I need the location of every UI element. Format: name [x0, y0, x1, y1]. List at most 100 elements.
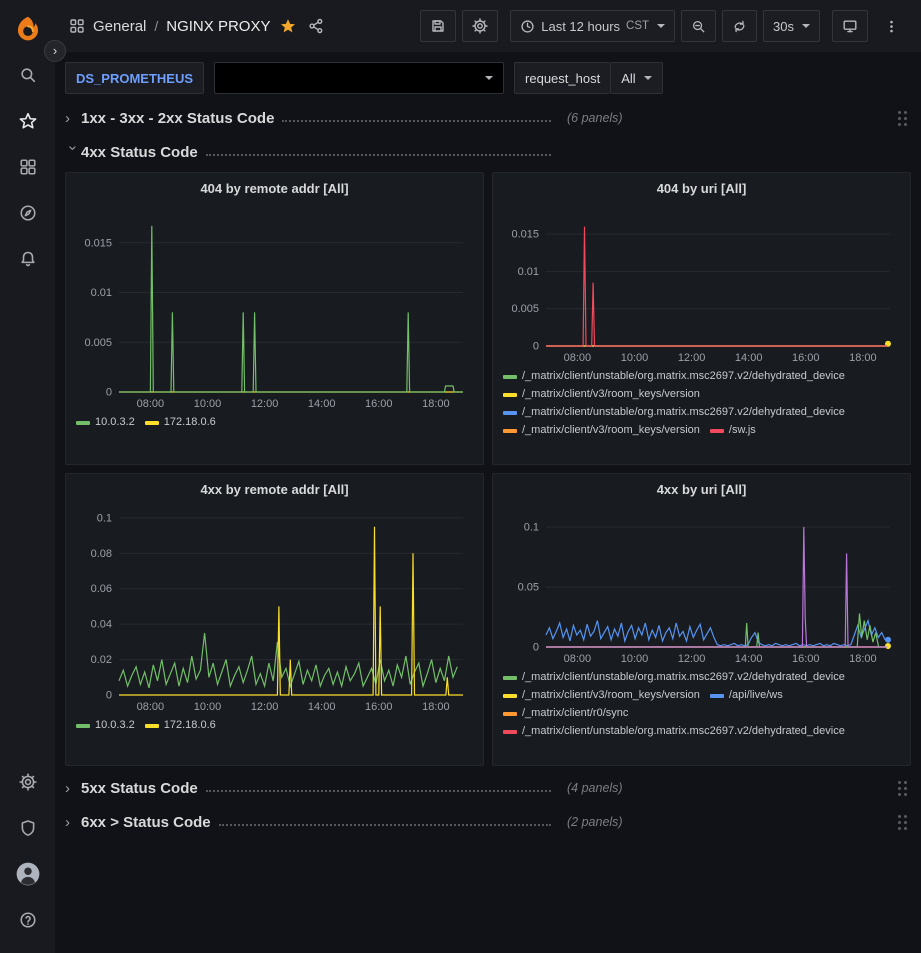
- kebab-menu-icon: [884, 19, 899, 34]
- legend-series-label: /_matrix/client/v3/room_keys/version: [522, 386, 700, 403]
- sidebar-item-alerting[interactable]: [0, 236, 55, 282]
- time-series-chart[interactable]: 00.020.040.060.080.108:0010:0012:0014:00…: [77, 501, 473, 715]
- sidebar-item-configuration[interactable]: [0, 759, 55, 805]
- svg-text:18:00: 18:00: [849, 352, 877, 364]
- row-drag-handle[interactable]: [898, 111, 907, 126]
- legend-item[interactable]: /_matrix/client/v3/room_keys/version: [503, 386, 700, 403]
- legend-series-label: /_matrix/client/v3/room_keys/version: [522, 422, 700, 439]
- dashboard-row-4xx[interactable]: › 4xx Status Code: [65, 138, 911, 166]
- breadcrumb-root[interactable]: General: [93, 18, 146, 35]
- legend-series-swatch: [710, 694, 724, 698]
- zoom-out-button[interactable]: [681, 10, 716, 42]
- user-avatar: [15, 861, 41, 887]
- legend-series-label: /_matrix/client/r0/sync: [522, 705, 628, 722]
- svg-text:16:00: 16:00: [792, 653, 820, 665]
- time-series-chart[interactable]: 00.0050.010.01508:0010:0012:0014:0016:00…: [504, 200, 900, 366]
- sidebar: ›: [0, 0, 55, 953]
- dashboard-row-1xx[interactable]: › 1xx - 3xx - 2xx Status Code (6 panels): [65, 104, 911, 132]
- svg-text:0.01: 0.01: [90, 287, 111, 299]
- sidebar-item-help[interactable]: [0, 897, 55, 943]
- row-panel-count: (4 panels): [567, 781, 623, 795]
- panel-title[interactable]: 4xx by remote addr [All]: [74, 478, 475, 499]
- legend-item[interactable]: 10.0.3.2: [76, 414, 135, 431]
- svg-text:0.08: 0.08: [90, 548, 111, 560]
- svg-text:14:00: 14:00: [307, 398, 335, 410]
- legend-item[interactable]: 172.18.0.6: [145, 414, 216, 431]
- gear-icon: [472, 18, 488, 34]
- sidebar-item-profile[interactable]: [0, 851, 55, 897]
- legend-series-label: /_matrix/client/v3/room_keys/version: [522, 687, 700, 704]
- refresh-interval-picker[interactable]: 30s: [763, 10, 820, 42]
- save-icon: [430, 18, 446, 34]
- timezone-label: CST: [626, 20, 649, 32]
- row-panel-count: (2 panels): [567, 815, 623, 829]
- row-drag-handle[interactable]: [898, 815, 907, 830]
- time-range-picker[interactable]: Last 12 hours CST: [510, 10, 675, 42]
- dashboard-content: DS_PROMETHEUS request_host All › 1xx - 3…: [55, 52, 921, 953]
- legend-item[interactable]: /_matrix/client/unstable/org.matrix.msc2…: [503, 669, 845, 686]
- row-panel-count: (6 panels): [567, 111, 623, 125]
- datasource-label: DS_PROMETHEUS: [65, 62, 204, 94]
- legend-item[interactable]: 172.18.0.6: [145, 717, 216, 734]
- tv-mode-button[interactable]: [832, 10, 868, 42]
- star-icon: [19, 112, 37, 130]
- legend-item[interactable]: /_matrix/client/v3/room_keys/version: [503, 687, 700, 704]
- svg-text:18:00: 18:00: [422, 701, 450, 713]
- legend-series-swatch: [76, 421, 90, 425]
- svg-text:0.05: 0.05: [517, 582, 538, 594]
- svg-text:08:00: 08:00: [136, 701, 164, 713]
- refresh-button[interactable]: [722, 10, 757, 42]
- svg-text:16:00: 16:00: [365, 398, 393, 410]
- chevron-right-icon: ›: [65, 814, 81, 831]
- panel-title[interactable]: 404 by uri [All]: [501, 177, 902, 198]
- datasource-select[interactable]: [214, 62, 504, 94]
- svg-text:0.005: 0.005: [84, 337, 112, 349]
- legend-series-swatch: [503, 411, 517, 415]
- caret-down-icon: [657, 24, 665, 28]
- share-icon[interactable]: [308, 18, 324, 34]
- sidebar-item-starred[interactable]: [0, 98, 55, 144]
- more-options-button[interactable]: [874, 10, 909, 42]
- panel-title[interactable]: 404 by remote addr [All]: [74, 177, 475, 198]
- svg-text:0.01: 0.01: [517, 266, 538, 278]
- dashboard-settings-button[interactable]: [462, 10, 498, 42]
- svg-text:14:00: 14:00: [734, 352, 762, 364]
- row-drag-handle[interactable]: [898, 781, 907, 796]
- search-icon: [19, 66, 37, 84]
- request-host-select[interactable]: All: [610, 62, 662, 94]
- favorite-star-icon[interactable]: [280, 18, 296, 34]
- legend-item[interactable]: 10.0.3.2: [76, 717, 135, 734]
- svg-text:10:00: 10:00: [193, 398, 221, 410]
- dashboard-row-6xx[interactable]: › 6xx > Status Code (2 panels): [65, 808, 911, 836]
- app-root: ›: [0, 0, 921, 953]
- legend-series-label: /sw.js: [729, 422, 756, 439]
- row-dotted-leader: [206, 154, 551, 156]
- breadcrumb-title[interactable]: NGINX PROXY: [166, 18, 270, 35]
- legend-item[interactable]: /_matrix/client/v3/room_keys/version: [503, 422, 700, 439]
- chevron-down-icon: ›: [65, 145, 82, 161]
- time-series-chart[interactable]: 00.050.108:0010:0012:0014:0016:0018:00: [504, 501, 900, 667]
- legend-item[interactable]: /sw.js: [710, 422, 756, 439]
- help-icon: [19, 911, 37, 929]
- panel-title[interactable]: 4xx by uri [All]: [501, 478, 902, 499]
- legend-item[interactable]: /_matrix/client/unstable/org.matrix.msc2…: [503, 368, 845, 385]
- sidebar-item-explore[interactable]: [0, 190, 55, 236]
- legend-item[interactable]: /_matrix/client/unstable/org.matrix.msc2…: [503, 723, 845, 740]
- time-series-chart[interactable]: 00.0050.010.01508:0010:0012:0014:0016:00…: [77, 200, 473, 412]
- top-navbar: General / NGINX PROXY: [55, 0, 921, 52]
- svg-text:0.06: 0.06: [90, 583, 111, 595]
- sidebar-item-dashboards[interactable]: [0, 144, 55, 190]
- legend-series-swatch: [145, 724, 159, 728]
- legend-item[interactable]: /_matrix/client/unstable/org.matrix.msc2…: [503, 404, 845, 421]
- dashboard-row-5xx[interactable]: › 5xx Status Code (4 panels): [65, 774, 911, 802]
- svg-text:16:00: 16:00: [792, 352, 820, 364]
- sidebar-item-server-admin[interactable]: [0, 805, 55, 851]
- save-dashboard-button[interactable]: [420, 10, 456, 42]
- sidebar-expand-button[interactable]: ›: [44, 40, 66, 62]
- chart-legend: /_matrix/client/unstable/org.matrix.msc2…: [501, 667, 902, 741]
- svg-text:12:00: 12:00: [677, 352, 705, 364]
- legend-item[interactable]: /api/live/ws: [710, 687, 783, 704]
- svg-text:0.02: 0.02: [90, 654, 111, 666]
- bell-icon: [19, 250, 37, 268]
- legend-item[interactable]: /_matrix/client/r0/sync: [503, 705, 628, 722]
